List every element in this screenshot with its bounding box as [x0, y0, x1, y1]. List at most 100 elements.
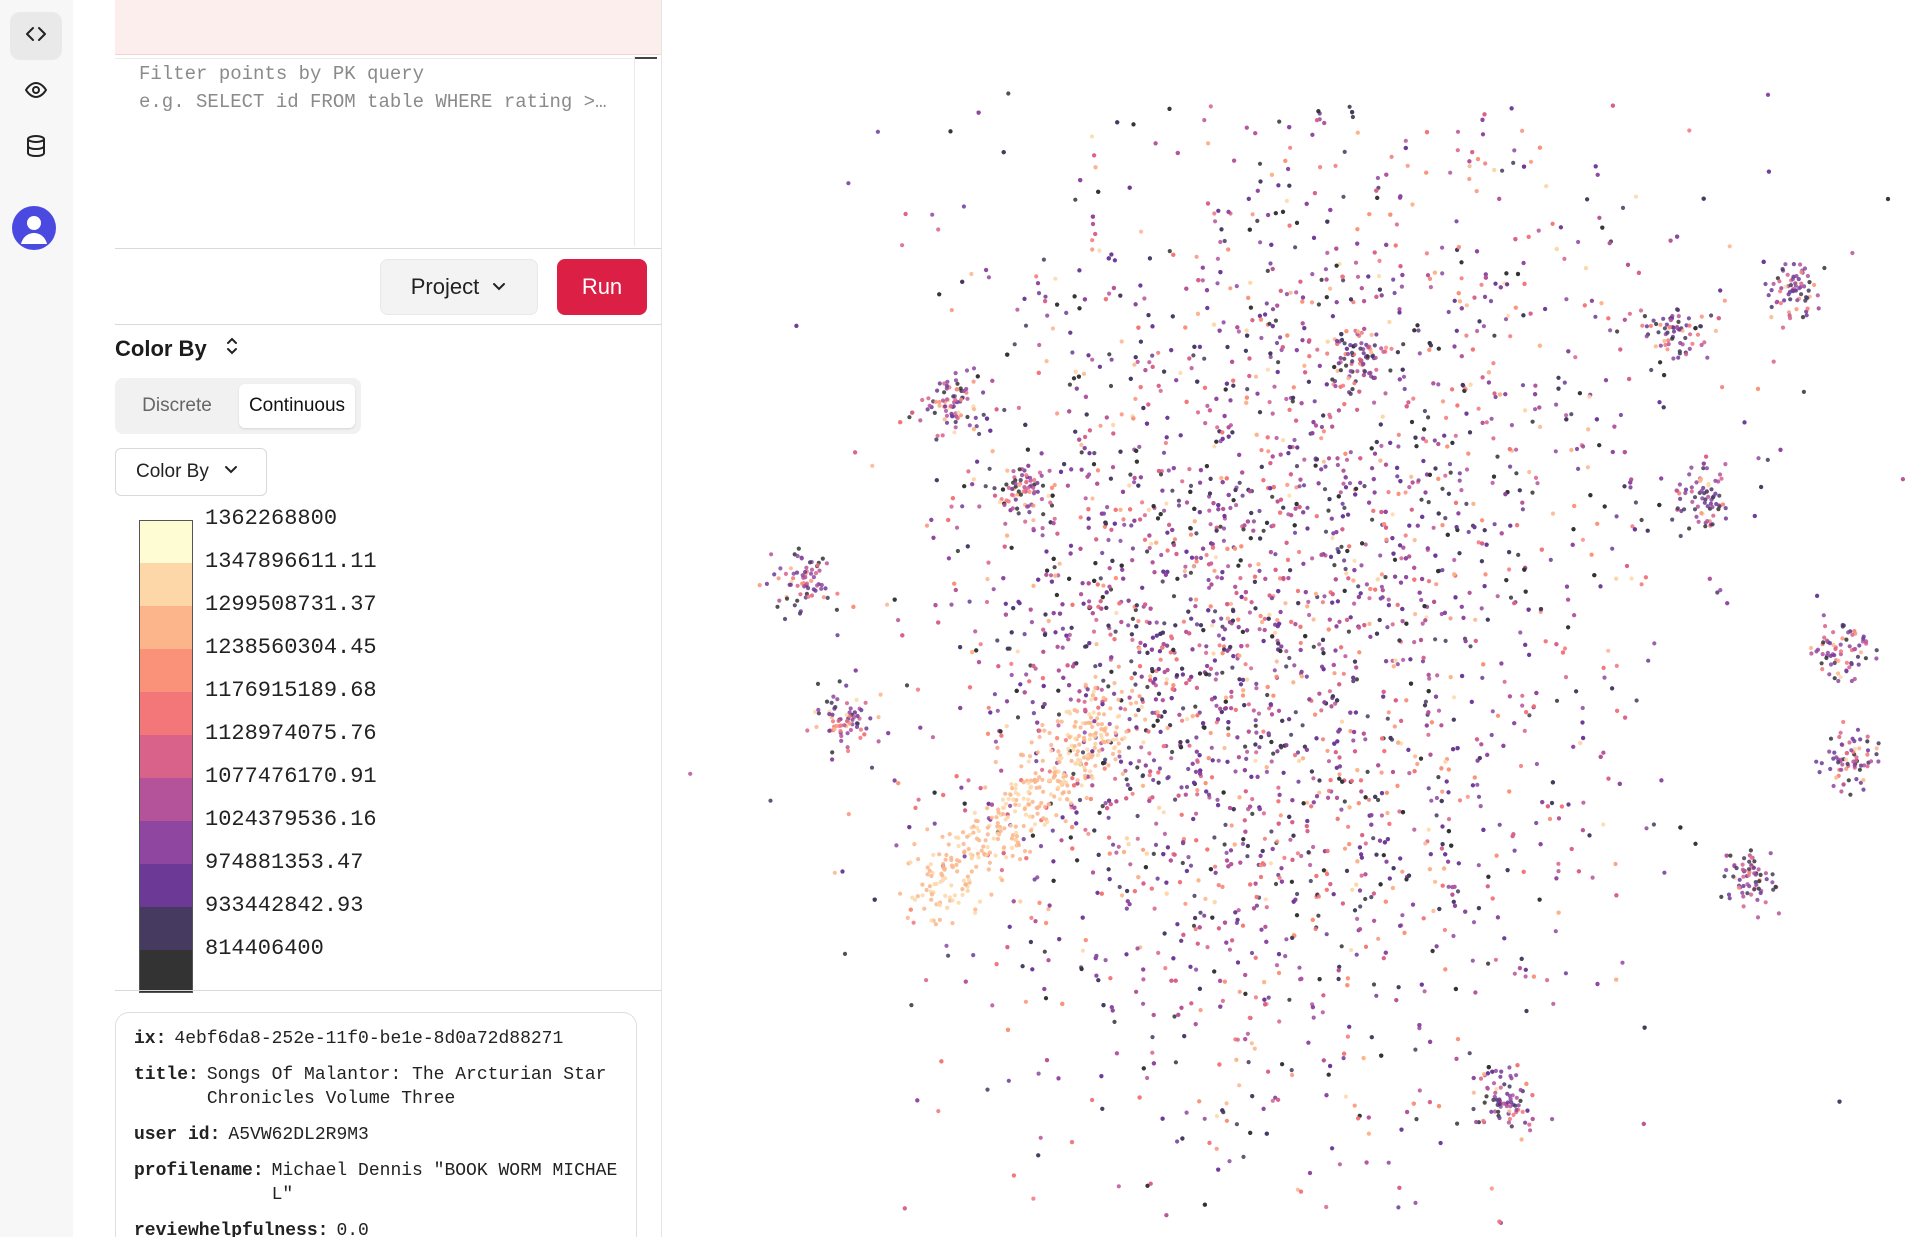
scatter-point[interactable]: [1346, 1035, 1350, 1039]
scatter-point[interactable]: [1232, 807, 1236, 811]
scatter-point[interactable]: [966, 778, 970, 782]
scatter-point[interactable]: [1136, 484, 1140, 488]
scatter-point[interactable]: [1359, 591, 1363, 595]
scatter-point[interactable]: [1270, 495, 1274, 499]
scatter-point[interactable]: [1092, 451, 1096, 455]
scatter-point[interactable]: [1522, 282, 1526, 286]
scatter-point[interactable]: [1416, 328, 1420, 332]
scatter-point[interactable]: [1447, 885, 1451, 889]
scatter-point[interactable]: [1253, 742, 1257, 746]
scatter-point[interactable]: [1253, 1047, 1257, 1051]
scatter-point[interactable]: [1358, 927, 1362, 931]
scatter-point[interactable]: [1186, 610, 1190, 614]
scatter-point[interactable]: [1334, 247, 1338, 251]
scatter-point[interactable]: [1037, 343, 1041, 347]
scatter-point[interactable]: [1428, 1040, 1432, 1044]
scatter-point[interactable]: [1215, 575, 1219, 579]
scatter-point[interactable]: [794, 324, 798, 328]
scatter-point[interactable]: [1205, 847, 1209, 851]
scatter-point[interactable]: [1337, 620, 1341, 624]
scatter-point[interactable]: [1564, 413, 1568, 417]
scatter-point[interactable]: [1198, 481, 1202, 485]
scatter-point[interactable]: [1718, 288, 1722, 292]
scatter-point[interactable]: [1053, 630, 1057, 634]
scatter-point[interactable]: [1592, 573, 1596, 577]
scatter-point[interactable]: [1271, 307, 1275, 311]
scatter-point[interactable]: [1267, 613, 1271, 617]
scatter-point[interactable]: [1494, 958, 1498, 962]
scatter-point[interactable]: [1640, 518, 1644, 522]
scatter-point[interactable]: [1250, 812, 1254, 816]
scatter-point[interactable]: [1378, 618, 1382, 622]
scatter-point[interactable]: [1347, 842, 1351, 846]
scatter-point[interactable]: [1078, 547, 1082, 551]
scatter-point[interactable]: [1479, 742, 1483, 746]
scatter-point[interactable]: [1185, 739, 1189, 743]
scatter-point[interactable]: [1247, 1060, 1251, 1064]
scatter-point[interactable]: [1452, 572, 1456, 576]
scatter-point[interactable]: [1073, 294, 1077, 298]
scatter-point[interactable]: [1288, 838, 1292, 842]
scatter-point[interactable]: [1213, 219, 1217, 223]
scatter-point[interactable]: [1319, 708, 1323, 712]
scatter-point[interactable]: [1271, 454, 1275, 458]
scatter-point[interactable]: [1373, 250, 1377, 254]
scatter-point[interactable]: [1072, 376, 1076, 380]
scatter-point[interactable]: [1184, 287, 1188, 291]
scatter-point[interactable]: [1207, 578, 1211, 582]
scatter-point[interactable]: [1053, 574, 1057, 578]
scatter-point[interactable]: [1174, 552, 1178, 556]
scatter-point[interactable]: [1213, 658, 1217, 662]
scatter-point[interactable]: [1051, 494, 1055, 498]
scatter-point[interactable]: [1434, 582, 1438, 586]
scatter-point[interactable]: [1285, 483, 1289, 487]
scatter-point[interactable]: [1312, 236, 1316, 240]
scatter-point[interactable]: [1321, 600, 1325, 604]
scatter-point[interactable]: [916, 688, 920, 692]
scatter-point[interactable]: [1436, 382, 1440, 386]
scatter-point[interactable]: [1227, 1159, 1231, 1163]
scatter-point[interactable]: [1499, 661, 1503, 665]
scatter-point[interactable]: [1341, 469, 1345, 473]
scatter-point[interactable]: [1131, 546, 1135, 550]
scatter-point[interactable]: [934, 437, 938, 441]
scatter-point[interactable]: [1412, 578, 1416, 582]
scatter-point[interactable]: [1335, 766, 1339, 770]
scatter-point[interactable]: [1452, 900, 1456, 904]
scatter-point[interactable]: [1430, 720, 1434, 724]
scatter-point[interactable]: [1107, 585, 1111, 589]
scatter-point[interactable]: [1176, 151, 1180, 155]
scatter-point[interactable]: [1181, 672, 1185, 676]
scatter-point[interactable]: [1315, 118, 1319, 122]
scatter-point[interactable]: [1112, 286, 1116, 290]
scatter-point[interactable]: [1169, 756, 1173, 760]
scatter-point[interactable]: [1524, 1009, 1528, 1013]
scatter-point[interactable]: [1108, 566, 1112, 570]
scatter-point[interactable]: [1571, 527, 1575, 531]
scatter-point[interactable]: [1285, 199, 1289, 203]
scatter-point[interactable]: [1277, 1019, 1281, 1023]
scatter-point[interactable]: [1167, 523, 1171, 527]
scatter-point[interactable]: [886, 731, 890, 735]
scatter-point[interactable]: [1270, 634, 1274, 638]
scatter-point[interactable]: [1560, 804, 1564, 808]
scatter-point[interactable]: [1344, 567, 1348, 571]
scatter-point[interactable]: [1346, 576, 1350, 580]
scatter-point[interactable]: [1000, 868, 1004, 872]
scatter-point[interactable]: [1191, 762, 1195, 766]
scatter-point[interactable]: [1455, 525, 1459, 529]
scatter-point[interactable]: [1531, 420, 1535, 424]
scatter-point[interactable]: [1261, 849, 1265, 853]
scatter-point[interactable]: [950, 308, 954, 312]
scatter-point[interactable]: [1837, 1100, 1841, 1104]
scatter-point[interactable]: [1245, 854, 1249, 858]
scatter-point[interactable]: [1465, 467, 1469, 471]
scatter-point[interactable]: [1205, 664, 1209, 668]
scatter-point[interactable]: [1237, 453, 1241, 457]
scatter-point[interactable]: [1179, 785, 1183, 789]
scatter-point[interactable]: [1122, 523, 1126, 527]
scatter-point[interactable]: [969, 272, 973, 276]
scatter-point[interactable]: [1522, 870, 1526, 874]
scatter-point[interactable]: [893, 778, 897, 782]
scatter-point[interactable]: [1557, 911, 1561, 915]
